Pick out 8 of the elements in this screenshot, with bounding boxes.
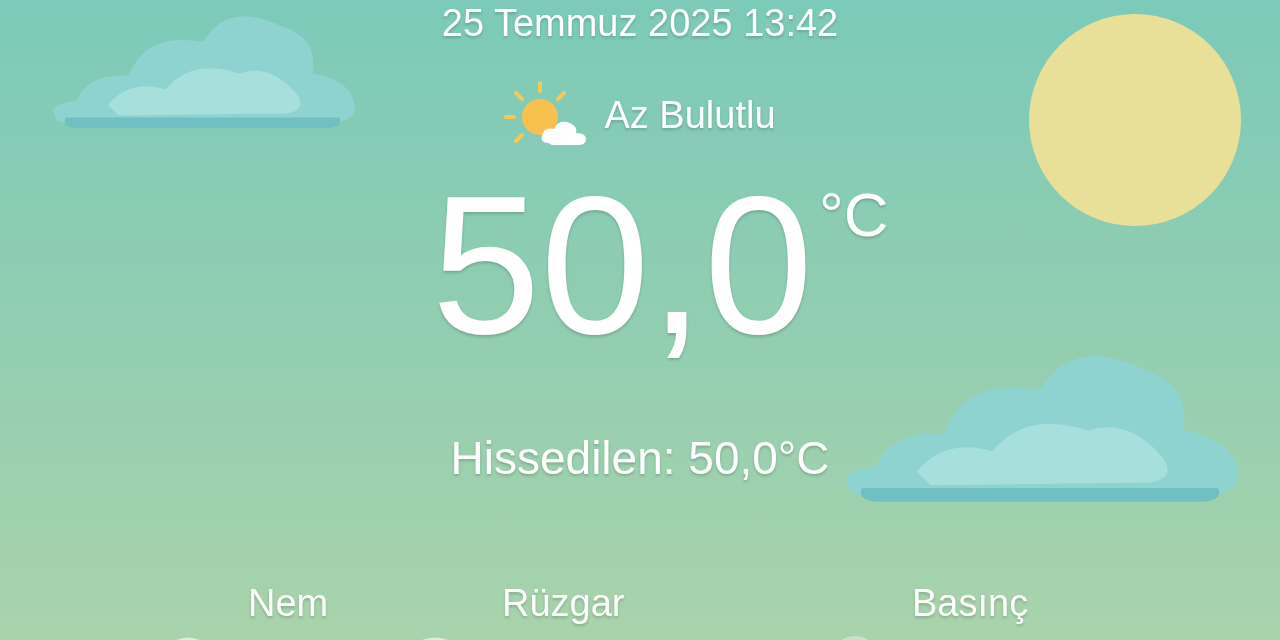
condition-label: Az Bulutlu bbox=[604, 93, 776, 137]
temperature-value: 50,0 bbox=[431, 171, 813, 361]
stat-label: Rüzgar bbox=[502, 582, 625, 625]
stat-label: Basınç bbox=[912, 582, 1029, 625]
stat-label: Nem bbox=[248, 582, 329, 625]
date-time: 25 Temmuz 2025 13:42 bbox=[441, 2, 839, 45]
temperature-unit: °C bbox=[818, 179, 889, 250]
feels-like-text: Hissedilen: 50,0°C bbox=[450, 431, 830, 485]
